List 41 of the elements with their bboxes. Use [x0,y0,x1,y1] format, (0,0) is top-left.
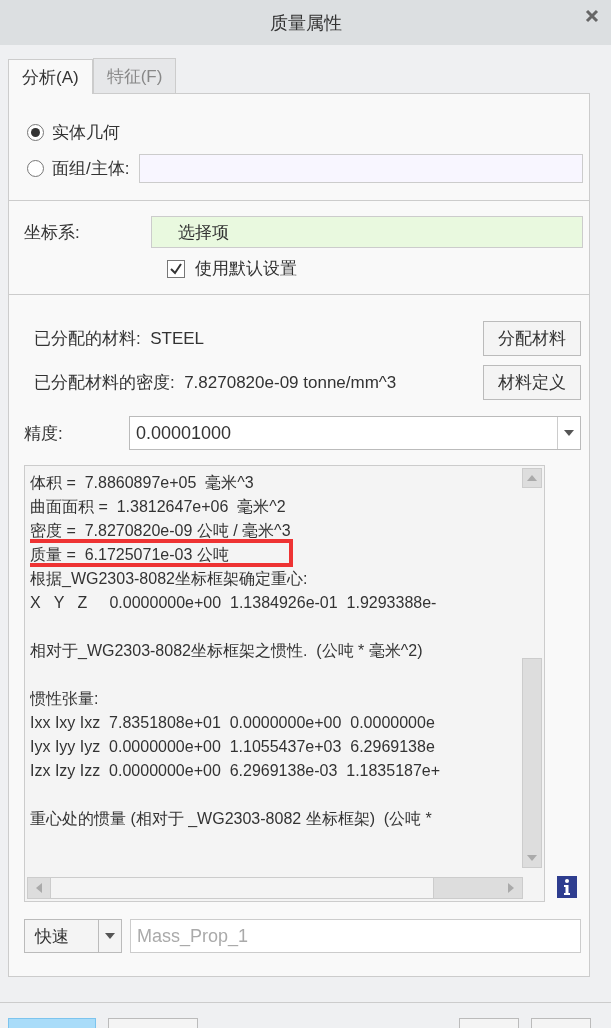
field-label: 坐标系: [24,221,81,244]
scroll-down-icon[interactable] [527,855,537,861]
horizontal-scrollbar[interactable] [27,877,523,899]
radio-button[interactable] [27,159,44,177]
name-field[interactable]: Mass_Prop_1 [130,919,581,953]
radio-button[interactable] [27,123,44,141]
assign-material-button[interactable]: 分配材料 [483,320,581,356]
result-line: 质量 = 6.1725071e-03 公吨 [30,545,229,565]
result-line: 体积 = 7.8860897e+05 毫米^3 [30,473,254,493]
radio-label: 实体几何 [52,121,120,144]
density-label: 已分配材料的密度: 7.8270820e-09 tonne/mm^3 [34,371,397,394]
info-icon[interactable] [557,876,577,898]
result-line: 重心处的惯量 (相对于 _WG2303-8082 坐标框架) (公吨 * [30,809,432,829]
result-line: 惯性张量: [30,689,99,709]
checkbox-label: 使用默认设置 [195,258,297,280]
radio-label: 面组/主体: [52,157,130,180]
result-line: 相对于_WG2303-8082坐标框架之惯性. (公吨 * 毫米^2) [30,641,423,661]
precision-dropdown[interactable]: 0.00001000 [129,416,581,450]
vertical-scrollbar[interactable] [522,468,542,868]
mode-dropdown[interactable]: 快速 [24,919,122,953]
caret-icon [105,933,115,939]
close-icon[interactable] [585,9,599,23]
result-line: Iyx Iyy Iyz 0.0000000e+00 1.1055437e+03 6.2969138e [30,737,435,757]
material-label: 已分配的材料: STEEL [34,327,205,350]
window-title: 质量属性 [269,11,342,35]
field-label: 精度: [24,422,64,445]
material-definition-button[interactable]: 材料定义 [483,364,581,400]
result-line: 曲面面积 = 1.3812647e+06 毫米^2 [30,497,286,517]
scroll-left-icon[interactable] [36,883,42,893]
selection-field[interactable]: 选择项 [151,216,583,248]
result-line: 根据_WG2303-8082坐标框架确定重心: [30,569,308,589]
result-line: 密度 = 7.8270820e-09 公吨 / 毫米^3 [30,521,291,541]
result-line: Ixx Ixy Ixz 7.8351808e+01 0.0000000e+00 0.0000000e [30,713,435,733]
input-field[interactable] [139,153,583,183]
tab[interactable]: 分析(A) [8,59,93,94]
scroll-right-icon[interactable] [508,883,514,893]
result-line: Izx Izy Izz 0.0000000e+00 6.2969138e-03 1.1835187e+ [30,761,441,781]
scroll-up-icon[interactable] [527,475,537,481]
checkbox[interactable] [167,259,185,278]
result-line: X Y Z 0.0000000e+00 1.1384926e-01 1.9293388e- [30,593,437,613]
caret-icon [564,430,574,436]
